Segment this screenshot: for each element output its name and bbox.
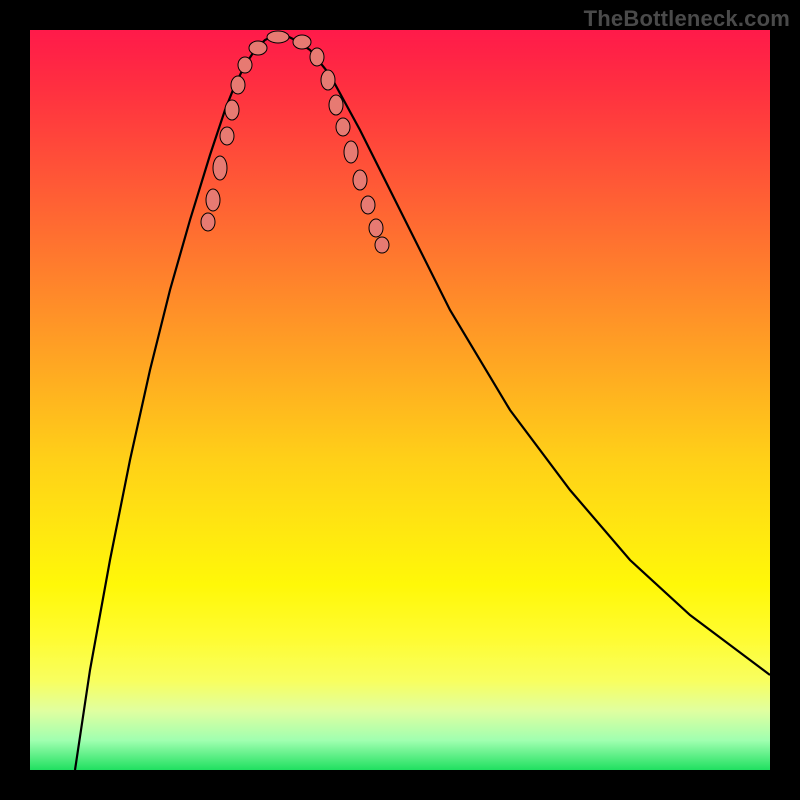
curve-marker xyxy=(336,118,350,136)
bottleneck-curve xyxy=(75,35,770,770)
curve-marker xyxy=(225,100,239,120)
curve-marker xyxy=(238,57,252,73)
curve-marker xyxy=(329,95,343,115)
watermark-text: TheBottleneck.com xyxy=(584,6,790,32)
curve-marker xyxy=(206,189,220,211)
curve-marker xyxy=(293,35,311,49)
chart-container: TheBottleneck.com xyxy=(0,0,800,800)
curve-marker xyxy=(361,196,375,214)
curve-marker xyxy=(231,76,245,94)
curve-svg xyxy=(30,30,770,770)
plot-area xyxy=(30,30,770,770)
curve-marker xyxy=(375,237,389,253)
curve-markers xyxy=(201,31,389,253)
curve-marker xyxy=(267,31,289,43)
curve-marker xyxy=(201,213,215,231)
curve-marker xyxy=(344,141,358,163)
curve-marker xyxy=(213,156,227,180)
curve-marker xyxy=(310,48,324,66)
curve-marker xyxy=(249,41,267,55)
curve-marker xyxy=(369,219,383,237)
curve-marker xyxy=(321,70,335,90)
curve-marker xyxy=(353,170,367,190)
curve-marker xyxy=(220,127,234,145)
